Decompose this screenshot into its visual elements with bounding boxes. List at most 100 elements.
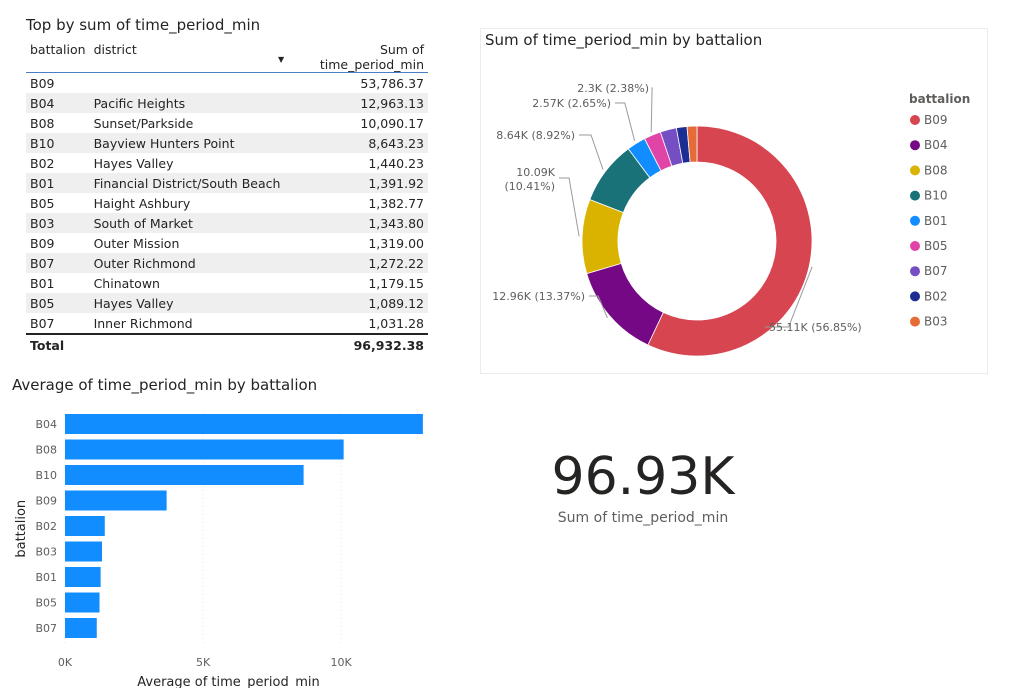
bar-b09[interactable] — [65, 490, 167, 511]
donut-slice-b08[interactable] — [581, 199, 624, 275]
donut-data-label-b08: 10.09K (10.41%) — [504, 166, 555, 193]
legend-marker-b07[interactable] — [910, 266, 920, 277]
sort-descending-icon[interactable]: ▼ — [278, 55, 284, 64]
cell-district: Haight Ashbury — [93, 195, 191, 211]
x-axis-title: Average of time_period_min — [137, 675, 319, 688]
cell-battalion: B07 — [30, 315, 55, 331]
cell-battalion: B07 — [30, 255, 55, 271]
cell-sum: 1,031.28 — [368, 315, 424, 331]
legend-item-b07[interactable]: B07 — [924, 264, 948, 278]
legend-item-b05[interactable]: B05 — [924, 239, 948, 253]
bar-b04[interactable] — [65, 414, 423, 434]
cell-battalion: B08 — [30, 115, 55, 131]
column-header-battalion[interactable]: battalion — [26, 40, 90, 73]
bar-b05[interactable] — [65, 592, 100, 613]
bar-b07[interactable] — [65, 618, 97, 638]
legend-item-b03[interactable]: B03 — [924, 315, 948, 329]
cell-sum: 1,343.80 — [368, 215, 424, 231]
cell-sum: 1,089.12 — [368, 295, 424, 311]
legend-marker-b05[interactable] — [910, 241, 920, 251]
table-row[interactable]: B05 Haight Ashbury 1,382.77 — [26, 193, 428, 213]
legend-marker-b02[interactable] — [910, 291, 920, 302]
cell-district — [90, 73, 285, 94]
donut-chart-visual: Sum of time_period_min by battalion 55.1… — [480, 28, 988, 374]
cell-district: Outer Mission — [93, 235, 180, 251]
leader-line-b01 — [615, 102, 636, 141]
cell-district: Outer Richmond — [93, 255, 196, 271]
legend-marker-b10[interactable] — [910, 190, 920, 201]
column-header-district[interactable]: district — [90, 40, 285, 73]
legend-marker-b01[interactable] — [910, 215, 920, 226]
legend-item-b08[interactable]: B08 — [924, 163, 948, 177]
y-tick-label: B04 — [35, 418, 57, 431]
cell-battalion: B03 — [30, 215, 55, 231]
legend-item-b10[interactable]: B10 — [924, 189, 948, 203]
legend-item-b02[interactable]: B02 — [924, 289, 948, 303]
donut-slice-b04[interactable] — [586, 262, 664, 346]
legend-marker-b08[interactable] — [910, 165, 920, 176]
cell-battalion: B04 — [30, 95, 55, 111]
cell-sum: 1,272.22 — [368, 255, 424, 271]
cell-sum: 10,090.17 — [360, 115, 424, 131]
x-tick-label: 10K — [331, 656, 353, 669]
cell-district: Inner Richmond — [93, 315, 193, 331]
cell-district: Financial District/South Beach — [93, 175, 281, 191]
y-tick-label: B07 — [35, 622, 57, 635]
card-label: Sum of time_period_min — [557, 510, 729, 526]
donut-chart: 55.11K (56.85%) 12.96K (13.37%) 10.09K (10.… — [492, 82, 970, 357]
y-tick-label: B01 — [35, 571, 57, 584]
x-tick-label: 0K — [58, 656, 73, 669]
cell-sum: 12,963.13 — [360, 95, 424, 111]
cell-sum: 1,391.92 — [368, 175, 424, 191]
cell-district: Chinatown — [93, 275, 160, 291]
table-row[interactable]: B03 South of Market 1,343.80 — [26, 213, 428, 233]
legend-item-b04[interactable]: B04 — [924, 138, 948, 152]
cell-district: South of Market — [93, 215, 193, 231]
table-row[interactable]: B08 Sunset/Parkside 10,090.17 — [26, 113, 428, 133]
table-row[interactable]: B10 Bayview Hunters Point 8,643.23 — [26, 133, 428, 153]
cell-district: Sunset/Parkside — [93, 115, 194, 131]
table-title: Top by sum of time_period_min — [26, 16, 261, 34]
legend-item-b01[interactable]: B01 — [924, 214, 948, 228]
legend-title: battalion — [909, 92, 970, 106]
table-row[interactable]: B07 Inner Richmond 1,031.28 — [26, 313, 428, 334]
table-row[interactable]: B07 Outer Richmond 1,272.22 — [26, 253, 428, 273]
legend-marker-b09[interactable] — [910, 115, 920, 125]
summary-table: ▼ battalion district Sum of time_period_… — [26, 40, 428, 355]
leader-line-b08 — [559, 177, 580, 237]
table-row[interactable]: B04 Pacific Heights 12,963.13 — [26, 93, 428, 113]
card-value: 96.93K — [551, 447, 735, 507]
table-row[interactable]: B01 Chinatown 1,179.15 — [26, 273, 428, 293]
donut-data-label-b04: 12.96K (13.37%) — [492, 290, 585, 303]
bar-b02[interactable] — [65, 516, 105, 536]
x-tick-label: 5K — [196, 656, 211, 669]
table-row[interactable]: B02 Hayes Valley 1,440.23 — [26, 153, 428, 173]
cell-battalion: B01 — [30, 175, 55, 191]
bar-chart: 0K 5K 10K B04 B08 B10 B09 B02 B03 B01 B05 B07 Averag… — [14, 410, 423, 688]
table-row[interactable]: B09 53,786.37 — [26, 73, 428, 94]
column-header-sum[interactable]: Sum of time_period_min — [284, 40, 428, 73]
table-row[interactable]: B05 Hayes Valley 1,089.12 — [26, 293, 428, 313]
legend-marker-b04[interactable] — [910, 140, 920, 151]
bar-b08[interactable] — [65, 439, 344, 460]
table-row[interactable]: B01 Financial District/South Beach 1,391.9… — [26, 173, 428, 193]
cell-sum: 1,319.00 — [368, 235, 424, 251]
bar-b01[interactable] — [65, 567, 101, 587]
donut-data-label-b10: 8.64K (8.92%) — [496, 129, 575, 142]
legend-item-b09[interactable]: B09 — [924, 113, 948, 127]
y-tick-label: B09 — [35, 495, 57, 508]
cell-battalion: B05 — [30, 295, 55, 311]
cell-battalion: B10 — [30, 135, 55, 151]
cell-battalion: B09 — [30, 75, 55, 91]
cell-sum: 1,179.15 — [368, 275, 424, 291]
bar-b03[interactable] — [65, 541, 103, 562]
cell-battalion: B01 — [30, 275, 55, 291]
cell-sum: 8,643.23 — [368, 135, 424, 151]
table-row[interactable]: B09 Outer Mission 1,319.00 — [26, 233, 428, 253]
donut-data-label-b01: 2.57K (2.65%) — [532, 97, 611, 110]
cell-sum: 1,382.77 — [368, 195, 424, 211]
bar-b10[interactable] — [65, 465, 304, 485]
y-axis-title: battalion — [14, 500, 29, 558]
legend-marker-b03[interactable] — [910, 316, 920, 327]
y-tick-label: B10 — [35, 469, 57, 482]
